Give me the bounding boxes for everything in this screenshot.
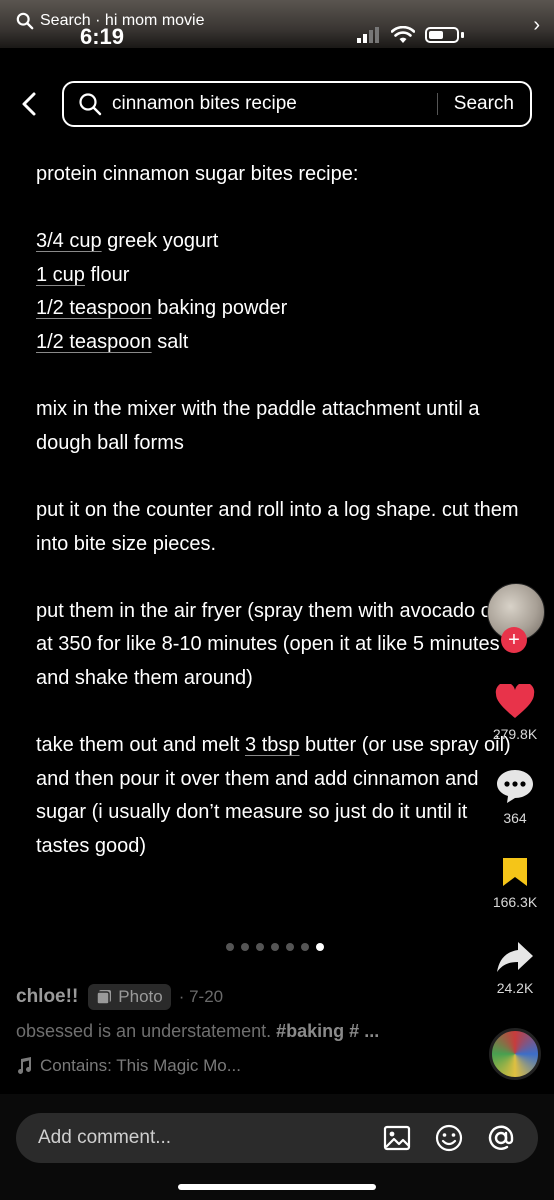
music-note-icon xyxy=(18,1057,31,1074)
back-arrow-icon[interactable] xyxy=(16,88,44,120)
bookmark-icon xyxy=(503,858,527,886)
author-name[interactable]: chloe!! xyxy=(16,986,78,1008)
signal-icon xyxy=(357,27,379,43)
ingredient-amount-link[interactable]: 1/2 teaspoon xyxy=(36,297,152,319)
save-button[interactable]: 166.3K xyxy=(475,856,554,910)
like-count: 279.8K xyxy=(492,726,538,742)
ingredient-amount-link[interactable]: 1 cup xyxy=(36,264,85,286)
share-count: 24.2K xyxy=(496,980,534,996)
search-input[interactable]: cinnamon bites recipe xyxy=(112,93,437,115)
ingredient-item: 3/4 cup greek yogurt xyxy=(36,230,219,253)
pager-dot[interactable] xyxy=(226,943,234,951)
recipe-step: put them in the air fryer (spray them wi… xyxy=(36,599,508,689)
photo-badge-label: Photo xyxy=(118,987,163,1006)
pager-dot[interactable] xyxy=(286,943,294,951)
post-date: · 7-20 xyxy=(178,987,224,1006)
ingredient-list: 3/4 cup greek yogurt 1 cup flour 1/2 tea… xyxy=(36,225,526,359)
search-icon xyxy=(16,12,34,30)
heart-icon xyxy=(495,684,535,718)
status-bar: Search · hi mom movie 6:19 › xyxy=(0,0,554,49)
ingredient-amount-link[interactable]: 3 tbsp xyxy=(245,734,299,756)
post-caption[interactable]: obsessed is an understatement. #baking #… xyxy=(16,1021,379,1042)
pager-dot[interactable] xyxy=(256,943,264,951)
comment-bubble-icon xyxy=(497,770,533,803)
post-author-row: chloe!! Photo · 7-20 xyxy=(16,984,223,1010)
pager-dot[interactable] xyxy=(241,943,249,951)
mention-icon[interactable] xyxy=(486,1123,516,1153)
search-bar[interactable]: cinnamon bites recipe Search xyxy=(62,81,532,127)
share-arrow-icon xyxy=(497,942,533,972)
photo-badge: Photo xyxy=(88,984,171,1010)
comment-placeholder: Add comment... xyxy=(38,1127,172,1148)
ingredient-item: 1 cup flour xyxy=(36,263,130,286)
follow-button[interactable]: + xyxy=(501,627,527,653)
recipe-title: protein cinnamon sugar bites recipe: xyxy=(36,163,359,185)
comment-input[interactable]: Add comment... xyxy=(16,1113,538,1163)
pager-dot-active[interactable] xyxy=(316,943,324,951)
recipe-step: put it on the counter and roll into a lo… xyxy=(36,498,519,555)
hashtag[interactable]: #baking # ... xyxy=(276,1021,379,1041)
ingredient-amount-link[interactable]: 3/4 cup xyxy=(36,230,102,252)
search-icon xyxy=(79,93,102,116)
chevron-right-icon[interactable]: › xyxy=(533,14,540,37)
emoji-icon[interactable] xyxy=(434,1123,464,1153)
music-disc[interactable] xyxy=(489,1028,541,1080)
pager-dot[interactable] xyxy=(271,943,279,951)
ingredient-item: 1/2 teaspoon baking powder xyxy=(36,297,288,320)
ingredient-item: 1/2 teaspoon salt xyxy=(36,330,189,353)
photo-pager xyxy=(226,943,324,951)
home-indicator xyxy=(178,1184,376,1190)
photo-text-content: protein cinnamon sugar bites recipe: 3/4… xyxy=(36,158,526,897)
ingredient-amount-link[interactable]: 1/2 teaspoon xyxy=(36,331,152,353)
wifi-icon xyxy=(391,26,415,43)
photo-mode-icon xyxy=(96,990,112,1005)
pager-dot[interactable] xyxy=(301,943,309,951)
save-count: 166.3K xyxy=(492,894,538,910)
like-button[interactable]: 279.8K xyxy=(475,684,554,742)
image-icon[interactable] xyxy=(382,1123,412,1153)
comment-button[interactable]: 364 xyxy=(475,768,554,826)
search-button[interactable]: Search xyxy=(438,93,530,115)
recipe-step: take them out and melt 3 tbsp butter (or… xyxy=(36,734,511,857)
sound-label: Contains: This Magic Mo... xyxy=(40,1056,241,1075)
battery-icon xyxy=(425,27,459,43)
share-button[interactable]: 24.2K xyxy=(475,940,554,996)
recipe-step: mix in the mixer with the paddle attachm… xyxy=(36,398,480,454)
sound-info[interactable]: Contains: This Magic Mo... xyxy=(16,1056,241,1076)
status-icons xyxy=(357,26,464,44)
clock: 6:19 xyxy=(80,24,125,49)
comment-count: 364 xyxy=(503,810,527,826)
